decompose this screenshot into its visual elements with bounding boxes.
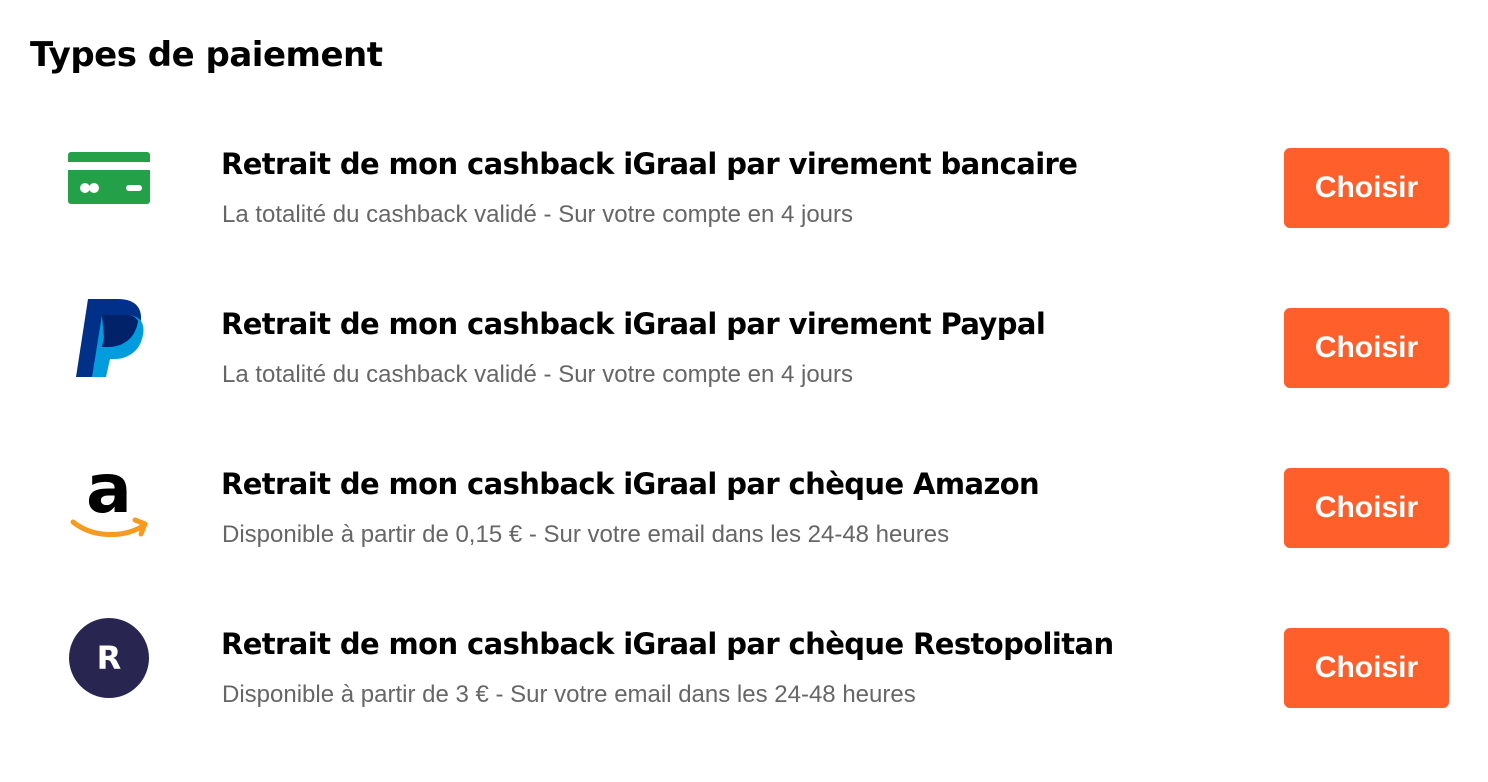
choose-bank-transfer-button[interactable]: Choisir	[1284, 148, 1449, 228]
payment-method-bank-transfer: Retrait de mon cashback iGraal par virem…	[0, 128, 1488, 228]
payment-method-subtitle: La totalité du cashback validé - Sur vot…	[222, 361, 854, 388]
payment-method-title: Retrait de mon cashback iGraal par virem…	[221, 147, 1078, 181]
restopolitan-logo-icon: R	[64, 616, 154, 700]
payment-method-title: Retrait de mon cashback iGraal par virem…	[221, 307, 1046, 341]
payment-method-title: Retrait de mon cashback iGraal par chèqu…	[221, 627, 1114, 661]
payment-method-title: Retrait de mon cashback iGraal par chèqu…	[221, 467, 1040, 501]
choose-restopolitan-button[interactable]: Choisir	[1284, 628, 1449, 708]
payment-method-subtitle: Disponible à partir de 0,15 € - Sur votr…	[222, 521, 950, 548]
payment-methods-list: Retrait de mon cashback iGraal par virem…	[0, 0, 1488, 782]
payment-method-subtitle: Disponible à partir de 3 € - Sur votre e…	[222, 681, 916, 708]
payment-method-amazon: a Retrait de mon cashback iGraal par chè…	[0, 448, 1488, 548]
svg-text:a: a	[86, 456, 132, 529]
payment-method-restopolitan: R Retrait de mon cashback iGraal par chè…	[0, 608, 1488, 708]
choose-amazon-button[interactable]: Choisir	[1284, 468, 1449, 548]
bank-card-icon	[64, 136, 154, 220]
payment-method-paypal: Retrait de mon cashback iGraal par virem…	[0, 288, 1488, 388]
payment-method-subtitle: La totalité du cashback validé - Sur vot…	[222, 201, 854, 228]
restopolitan-letter: R	[69, 618, 149, 698]
choose-paypal-button[interactable]: Choisir	[1284, 308, 1449, 388]
amazon-logo-icon: a	[64, 456, 154, 540]
paypal-logo-icon	[64, 296, 154, 380]
